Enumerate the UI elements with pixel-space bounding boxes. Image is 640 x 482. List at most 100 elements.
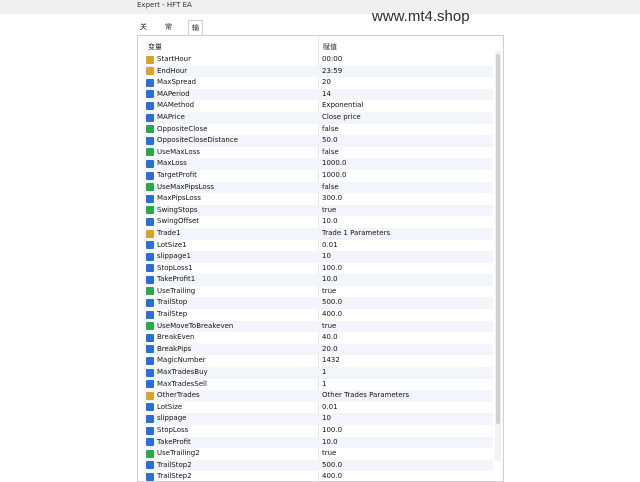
param-name: TakeProfit1 bbox=[157, 275, 196, 284]
table-row[interactable]: OppositeClose false bbox=[144, 124, 493, 136]
param-value[interactable]: 0.01 bbox=[322, 241, 338, 249]
param-value[interactable]: Trade 1 Parameters bbox=[322, 229, 390, 237]
param-value[interactable]: 20 bbox=[322, 78, 331, 86]
table-row[interactable]: MagicNumber 1432 bbox=[144, 355, 493, 367]
table-row[interactable]: UseMoveToBreakeven true bbox=[144, 320, 493, 333]
param-value[interactable]: 10 bbox=[322, 252, 331, 260]
param-name: MagicNumber bbox=[157, 356, 206, 365]
table-row[interactable]: TrailStop 500.0 bbox=[144, 297, 493, 310]
string-type-icon bbox=[146, 55, 154, 64]
param-value[interactable]: Other Trades Parameters bbox=[322, 391, 409, 399]
table-row[interactable]: MAPrice Close price bbox=[144, 111, 493, 124]
table-row[interactable]: MaxTradesBuy 1 bbox=[144, 367, 493, 379]
param-value[interactable]: true bbox=[322, 449, 336, 457]
param-value[interactable]: 500.0 bbox=[322, 298, 342, 306]
number-type-icon bbox=[146, 426, 154, 435]
param-name: TrailStep bbox=[157, 310, 188, 319]
param-value[interactable]: Exponential bbox=[322, 101, 363, 109]
number-type-icon bbox=[146, 299, 154, 308]
table-row[interactable]: slippage 10 bbox=[144, 413, 493, 425]
param-value[interactable]: 10.0 bbox=[322, 438, 338, 446]
table-row[interactable]: slippage1 10 bbox=[144, 251, 493, 263]
table-row[interactable]: MAMethod Exponential bbox=[144, 100, 493, 112]
vertical-scrollbar[interactable] bbox=[495, 51, 501, 461]
table-row[interactable]: TargetProfit 1000.0 bbox=[144, 170, 493, 182]
tab-inputs[interactable]: 输入参数 bbox=[188, 20, 203, 74]
param-value[interactable]: 40.0 bbox=[322, 333, 338, 341]
number-type-icon bbox=[146, 368, 154, 377]
inputs-panel: 变量 赋值 StartHour 00:00 EndHour 23:59 MaxSprea… bbox=[137, 35, 504, 482]
table-row[interactable]: StartHour 00:00 bbox=[144, 54, 493, 66]
param-value[interactable]: 500.0 bbox=[322, 461, 342, 469]
table-row[interactable]: Trade1 Trade 1 Parameters bbox=[144, 227, 493, 240]
param-value[interactable]: 00:00 bbox=[322, 55, 342, 63]
param-value[interactable]: 23:59 bbox=[322, 67, 342, 75]
param-value[interactable]: 10 bbox=[322, 414, 331, 422]
param-value[interactable]: 1000.0 bbox=[322, 171, 347, 179]
param-name: TrailStep2 bbox=[157, 472, 192, 481]
string-type-icon bbox=[146, 229, 154, 238]
param-value[interactable]: 0.01 bbox=[322, 403, 338, 411]
table-row[interactable]: TrailStep 400.0 bbox=[144, 309, 493, 321]
table-row[interactable]: MaxTradesSell 1 bbox=[144, 379, 493, 391]
param-value[interactable]: true bbox=[322, 287, 336, 295]
scrollbar-thumb[interactable] bbox=[496, 54, 500, 424]
table-row[interactable]: BreakPips 20.0 bbox=[144, 343, 493, 356]
table-row[interactable]: TrailStop2 500.0 bbox=[144, 459, 493, 472]
param-value[interactable]: 1 bbox=[322, 380, 326, 388]
param-value[interactable]: true bbox=[322, 322, 336, 330]
tab-about[interactable]: 关于 bbox=[137, 20, 150, 45]
table-row[interactable]: MaxSpread 20 bbox=[144, 77, 493, 89]
param-value[interactable]: 50.0 bbox=[322, 136, 338, 144]
param-value[interactable]: false bbox=[322, 148, 339, 156]
table-row[interactable]: StopLoss 100.0 bbox=[144, 425, 493, 437]
number-type-icon bbox=[146, 415, 154, 423]
table-row[interactable]: TakeProfit1 10.0 bbox=[144, 274, 493, 286]
param-name: MaxTradesBuy bbox=[157, 368, 208, 377]
number-type-icon bbox=[146, 333, 154, 342]
table-row[interactable]: SwingStops true bbox=[144, 204, 493, 217]
param-value[interactable]: 10.0 bbox=[322, 275, 338, 283]
header-variable[interactable]: 变量 bbox=[148, 42, 162, 52]
param-value[interactable]: 100.0 bbox=[322, 264, 342, 272]
table-row[interactable]: LotSize 0.01 bbox=[144, 402, 493, 414]
param-value[interactable]: true bbox=[322, 206, 336, 214]
table-row[interactable]: TrailStep2 400.0 bbox=[144, 471, 493, 481]
table-row[interactable]: OppositeCloseDistance 50.0 bbox=[144, 135, 493, 147]
tab-common[interactable]: 常用 bbox=[162, 20, 175, 45]
param-name: TakeProfit bbox=[157, 437, 191, 446]
table-row[interactable]: SwingOffset 10.0 bbox=[144, 216, 493, 228]
table-row[interactable]: MAPeriod 14 bbox=[144, 88, 493, 101]
param-value[interactable]: 400.0 bbox=[322, 472, 342, 480]
param-value[interactable]: Close price bbox=[322, 113, 361, 121]
table-row[interactable]: UseTrailing true bbox=[144, 286, 493, 298]
param-name: Trade1 bbox=[157, 228, 181, 237]
param-value[interactable]: 300.0 bbox=[322, 194, 342, 202]
table-row[interactable]: BreakEven 40.0 bbox=[144, 332, 493, 344]
param-value[interactable]: 1000.0 bbox=[322, 159, 347, 167]
table-row[interactable]: MaxLoss 1000.0 bbox=[144, 158, 493, 170]
table-row[interactable]: LotSize1 0.01 bbox=[144, 240, 493, 252]
table-row[interactable]: OtherTrades Other Trades Parameters bbox=[144, 390, 493, 402]
table-row[interactable]: UseTrailing2 true bbox=[144, 448, 493, 460]
table-row[interactable]: UseMaxLoss false bbox=[144, 147, 493, 159]
param-value[interactable]: false bbox=[322, 125, 339, 133]
table-row[interactable]: StopLoss1 100.0 bbox=[144, 263, 493, 275]
parameter-list: StartHour 00:00 EndHour 23:59 MaxSpread 20 MAP… bbox=[144, 54, 493, 481]
param-name: LotSize bbox=[157, 402, 183, 411]
table-row[interactable]: UseMaxPipsLoss false bbox=[144, 181, 493, 194]
param-name: StartHour bbox=[157, 55, 191, 63]
param-value[interactable]: 14 bbox=[322, 90, 331, 98]
table-row[interactable]: EndHour 23:59 bbox=[144, 65, 493, 78]
param-value[interactable]: false bbox=[322, 183, 339, 191]
header-value[interactable]: 赋值 bbox=[323, 42, 337, 52]
table-row[interactable]: MaxPipsLoss 300.0 bbox=[144, 193, 493, 205]
param-value[interactable]: 100.0 bbox=[322, 426, 342, 434]
param-value[interactable]: 20.0 bbox=[322, 345, 338, 353]
param-value[interactable]: 400.0 bbox=[322, 310, 342, 318]
param-value[interactable]: 1432 bbox=[322, 356, 340, 364]
param-value[interactable]: 10.0 bbox=[322, 217, 338, 225]
param-value[interactable]: 1 bbox=[322, 368, 326, 376]
table-row[interactable]: TakeProfit 10.0 bbox=[144, 436, 493, 449]
param-name: UseTrailing bbox=[157, 286, 196, 295]
